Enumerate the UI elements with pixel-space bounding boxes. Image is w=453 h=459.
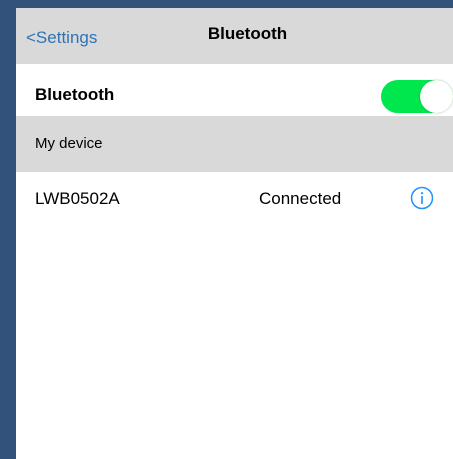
navigation-bar: <Settings Bluetooth — [16, 8, 453, 64]
bluetooth-toggle-row: Bluetooth — [16, 64, 453, 116]
bluetooth-screen: <Settings Bluetooth Bluetooth My device … — [16, 8, 453, 459]
page-title: Bluetooth — [207, 24, 288, 43]
section-header-my-device: My device — [16, 116, 453, 172]
bluetooth-toggle[interactable] — [381, 80, 453, 113]
section-header-label: My device — [35, 135, 103, 152]
device-status: Connected — [259, 189, 342, 208]
device-row[interactable]: LWB0502A Connected — [16, 172, 453, 228]
info-icon[interactable] — [410, 186, 434, 210]
bluetooth-label: Bluetooth — [35, 85, 115, 104]
toggle-knob — [420, 80, 453, 113]
device-name: LWB0502A — [35, 189, 120, 208]
